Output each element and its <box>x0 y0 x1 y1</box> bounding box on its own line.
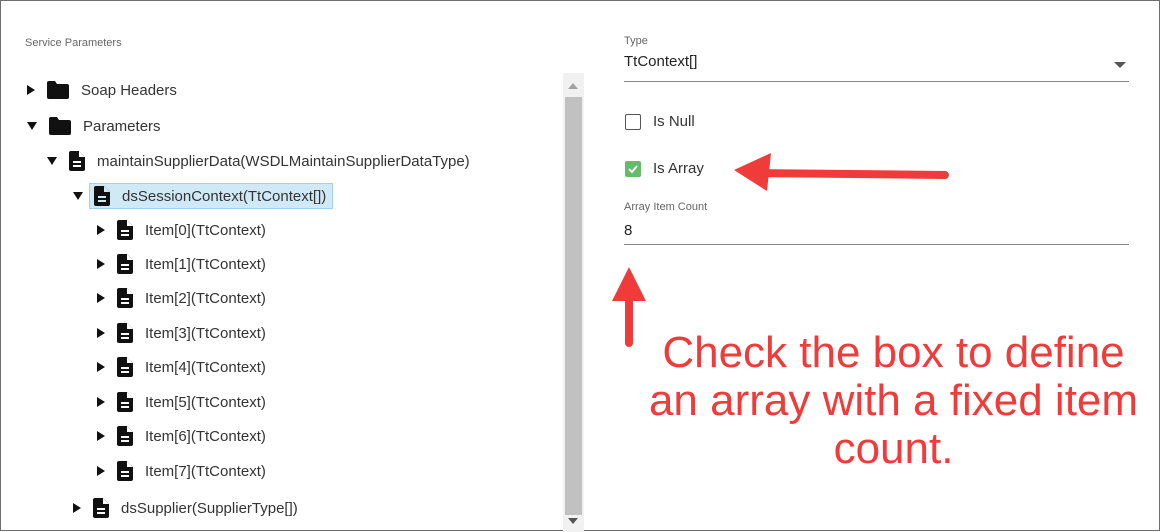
service-parameters-window: Service Parameters Soap Headers Paramete… <box>0 0 1160 532</box>
annotation-text: Check the box to define an array with a … <box>648 328 1139 473</box>
left-arrow-icon <box>734 153 949 191</box>
